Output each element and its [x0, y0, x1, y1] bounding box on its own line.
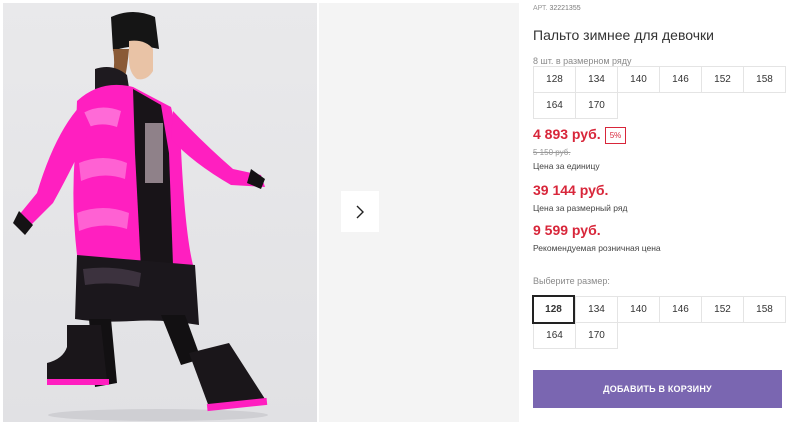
pack-size-cell: 152	[701, 66, 744, 93]
size-option[interactable]: 164	[533, 322, 576, 349]
next-photo-button[interactable]	[341, 191, 379, 232]
product-gallery	[0, 0, 519, 425]
size-option[interactable]: 146	[659, 296, 702, 323]
pack-size-grid: 128 134 140 146 152 158 164 170	[533, 66, 786, 119]
pack-size-cell: 140	[617, 66, 660, 93]
size-option[interactable]: 170	[575, 322, 618, 349]
size-option[interactable]: 140	[617, 296, 660, 323]
pack-size-cell: 128	[533, 66, 576, 93]
add-to-cart-button[interactable]: ДОБАВИТЬ В КОРЗИНУ	[533, 370, 782, 408]
product-photo[interactable]	[3, 3, 317, 422]
size-option[interactable]: 158	[743, 296, 786, 323]
size-option[interactable]: 134	[575, 296, 618, 323]
row-price-caption: Цена за размерный ряд	[533, 203, 628, 213]
retail-price-caption: Рекомендуемая розничная цена	[533, 243, 661, 253]
article-value: 32221355	[549, 5, 581, 12]
discount-badge: 5%	[605, 127, 626, 144]
article-number: АРТ. 32221355	[533, 5, 581, 12]
pack-note: 8 шт. в размерном ряду	[533, 56, 632, 66]
article-label: АРТ.	[533, 5, 548, 12]
size-option-selected[interactable]: 128	[532, 295, 575, 324]
pack-size-cell: 134	[575, 66, 618, 93]
pack-size-cell: 170	[575, 92, 618, 119]
pack-size-cell: 164	[533, 92, 576, 119]
product-title: Пальто зимнее для девочки	[533, 27, 714, 43]
old-price: 5 150 руб.	[533, 148, 571, 157]
girl-in-pink-coat-image	[13, 12, 268, 421]
choose-size-label: Выберите размер:	[533, 276, 610, 286]
unit-price-caption: Цена за единицу	[533, 161, 600, 171]
row-price: 39 144 руб.	[533, 182, 609, 198]
pack-size-cell: 146	[659, 66, 702, 93]
retail-price: 9 599 руб.	[533, 222, 601, 238]
unit-price: 4 893 руб.	[533, 126, 601, 142]
chevron-right-icon	[356, 205, 364, 218]
choose-size-grid: 128 134 140 146 152 158 164 170	[532, 295, 786, 349]
pack-size-cell: 158	[743, 66, 786, 93]
size-option[interactable]: 152	[701, 296, 744, 323]
